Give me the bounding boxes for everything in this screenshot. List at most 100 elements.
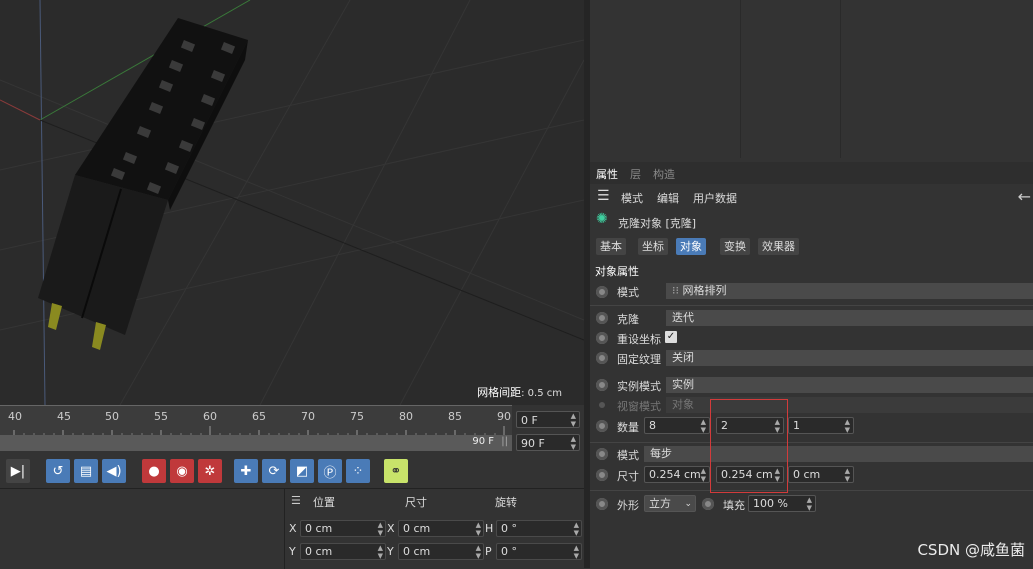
spinner-icon[interactable]: ▲ ▼	[476, 544, 481, 560]
scale-key-icon[interactable]: ◩	[290, 459, 314, 483]
pos-x-field[interactable]: 0 cm ▲ ▼	[300, 520, 386, 537]
column-divider	[840, 0, 841, 158]
clone-dropdown[interactable]: 迭代	[666, 310, 1033, 326]
object-manager[interactable]	[590, 0, 1033, 158]
shape-dropdown[interactable]: 立方 ⌄	[644, 495, 696, 512]
spinner-icon[interactable]: ▲ ▼	[701, 467, 706, 483]
reset-coords-label: 重设坐标	[617, 333, 661, 346]
spinner-icon[interactable]: ▲ ▼	[807, 496, 812, 512]
onion-icon[interactable]: ⚭	[384, 459, 408, 483]
spinner-icon[interactable]: ▲ ▼	[378, 521, 383, 537]
menu-edit[interactable]: 编辑	[657, 190, 679, 206]
pla-key-icon[interactable]: ⁘	[346, 459, 370, 483]
timeline-tick: 50	[105, 410, 119, 423]
mode-dropdown[interactable]: ⁝⁝ 网格排列	[666, 283, 1033, 299]
fix-texture-dropdown[interactable]: 关闭	[666, 350, 1033, 366]
timeline-ruler[interactable]: 40 45 50 55 60 65 70 75 80 85 90	[0, 405, 512, 436]
size-x-label: X	[387, 522, 395, 535]
spinner-icon[interactable]: ▲ ▼	[378, 544, 383, 560]
film-icon[interactable]: ▤	[74, 459, 98, 483]
step-mode-dropdown[interactable]: 每步	[644, 446, 1033, 462]
watermark: CSDN @咸鱼菌	[917, 541, 1025, 559]
keyframe-icon[interactable]: ●	[142, 459, 166, 483]
timeline-range-bar[interactable]: 90 F ||	[0, 435, 512, 451]
current-frame-field[interactable]: 0 F ▲ ▼	[516, 411, 580, 428]
anim-radio[interactable]	[702, 498, 714, 510]
spinner-icon[interactable]: ▲ ▼	[701, 418, 706, 434]
count-x-field[interactable]: 8 ▲ ▼	[644, 417, 710, 434]
range-handle-icon[interactable]: ||	[501, 436, 508, 447]
timeline-tick: 80	[399, 410, 413, 423]
anim-radio[interactable]	[596, 420, 608, 432]
anim-radio[interactable]	[596, 286, 608, 298]
cloner-icon: ✺	[596, 211, 608, 227]
grid-icon: ⁝⁝	[672, 284, 683, 297]
back-arrow-icon[interactable]: ←	[1018, 187, 1031, 206]
hamburger-menu-icon[interactable]: ☰	[597, 188, 610, 204]
anim-radio[interactable]	[596, 332, 608, 344]
menu-user-data[interactable]: 用户数据	[693, 190, 737, 206]
size-x-field[interactable]: 0 cm ▲ ▼	[398, 520, 484, 537]
spinner-icon[interactable]: ▲ ▼	[574, 544, 579, 560]
coordinate-manager: ☰ 位置 尺寸 旋转 X 0 cm ▲ ▼ X 0 cm ▲ ▼ H 0 ° ▲ ▼ Y 0…	[0, 488, 584, 569]
loop-icon[interactable]: ↺	[46, 459, 70, 483]
param-key-icon[interactable]: Ⓟ	[318, 459, 342, 483]
highlight-box	[710, 399, 788, 493]
size-x-field[interactable]: 0.254 cm ▲ ▼	[644, 466, 710, 483]
menu-icon[interactable]: ☰	[291, 494, 301, 507]
pos-y-field[interactable]: 0 cm ▲ ▼	[300, 543, 386, 560]
menu-mode[interactable]: 模式	[621, 190, 643, 206]
anim-radio[interactable]	[596, 352, 608, 364]
separator	[590, 442, 1033, 443]
tab-basic[interactable]: 基本	[596, 238, 626, 255]
move-key-icon[interactable]: ✚	[234, 459, 258, 483]
3d-viewport[interactable]: 网格间距: 0.5 cm	[0, 0, 584, 405]
spinner-icon[interactable]: ▲ ▼	[845, 418, 850, 434]
anim-radio[interactable]	[596, 379, 608, 391]
rot-h-field[interactable]: 0 ° ▲ ▼	[496, 520, 582, 537]
tab-attributes[interactable]: 属性	[596, 166, 618, 182]
spinner-icon[interactable]: ▲ ▼	[476, 521, 481, 537]
separator	[590, 490, 1033, 491]
record-icon[interactable]: ◉	[170, 459, 194, 483]
anim-radio[interactable]	[596, 469, 608, 481]
spinner-icon[interactable]: ▲ ▼	[574, 521, 579, 537]
rotate-key-icon[interactable]: ⟳	[262, 459, 286, 483]
viewport-scene	[0, 0, 584, 405]
position-header: 位置	[313, 496, 335, 509]
size-y-field[interactable]: 0 cm ▲ ▼	[398, 543, 484, 560]
play-end-icon[interactable]: ▶|	[6, 459, 30, 483]
instance-mode-dropdown[interactable]: 实例	[666, 377, 1033, 393]
anim-radio[interactable]	[596, 448, 608, 460]
attribute-manager: 属性 层 构造 ☰ 模式 编辑 用户数据 ← ✺ 克隆对象 [克隆] 基本 坐标…	[590, 162, 1033, 568]
shape-label: 外形	[617, 499, 639, 512]
tab-transform[interactable]: 变换	[720, 238, 750, 255]
coord-panel: ☰ 位置 尺寸 旋转 X 0 cm ▲ ▼ X 0 cm ▲ ▼ H 0 ° ▲ ▼ Y 0…	[284, 489, 585, 569]
timeline-tick: 55	[154, 410, 168, 423]
count-z-field[interactable]: 1 ▲ ▼	[788, 417, 854, 434]
reset-coords-checkbox[interactable]: ✓	[665, 331, 677, 343]
mode-label: 模式	[617, 286, 639, 299]
timeline-tick: 85	[448, 410, 462, 423]
timeline-tick: 65	[252, 410, 266, 423]
end-frame-field[interactable]: 90 F ▲ ▼	[516, 434, 580, 451]
timeline-tick: 45	[57, 410, 71, 423]
size-x-value: 0 cm	[403, 522, 431, 535]
spinner-icon[interactable]: ▲ ▼	[845, 467, 850, 483]
sound-icon[interactable]: ◀)	[102, 459, 126, 483]
spinner-icon[interactable]: ▲ ▼	[571, 435, 576, 451]
tab-coord[interactable]: 坐标	[638, 238, 668, 255]
autokey-icon[interactable]: ✲	[198, 459, 222, 483]
size-label: 尺寸	[617, 470, 639, 483]
fill-field[interactable]: 100 % ▲ ▼	[748, 495, 816, 512]
anim-radio[interactable]	[596, 498, 608, 510]
size-z-field[interactable]: 0 cm ▲ ▼	[788, 466, 854, 483]
tab-layers[interactable]: 层	[630, 166, 641, 182]
rot-p-field[interactable]: 0 ° ▲ ▼	[496, 543, 582, 560]
tab-structure[interactable]: 构造	[653, 166, 675, 182]
tab-object[interactable]: 对象	[676, 238, 706, 255]
spinner-icon[interactable]: ▲ ▼	[571, 412, 576, 428]
size-z-value: 0 cm	[793, 468, 821, 481]
anim-radio[interactable]	[596, 312, 608, 324]
tab-effectors[interactable]: 效果器	[758, 238, 799, 255]
